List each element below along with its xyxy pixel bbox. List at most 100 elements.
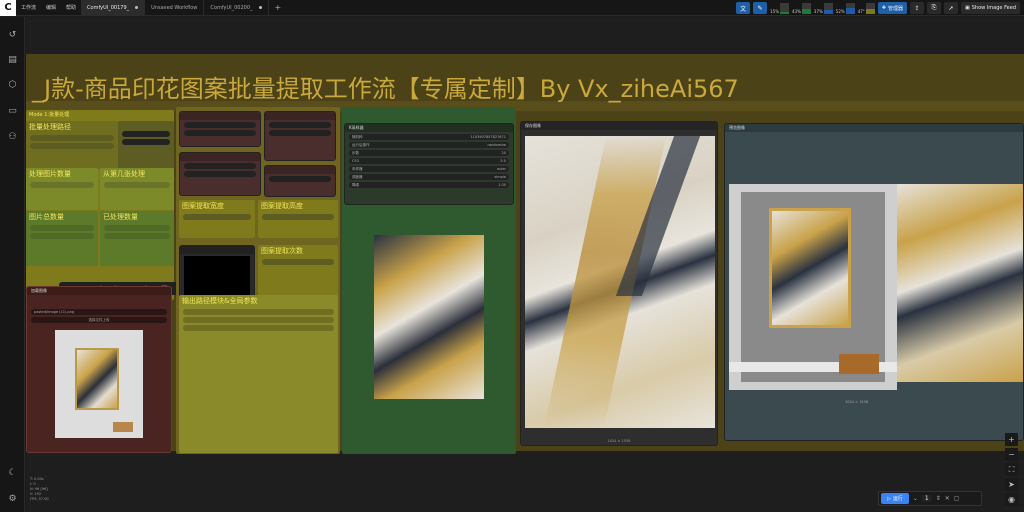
width-widget[interactable] xyxy=(183,214,251,220)
scheduler-widget[interactable]: 调度器 simple xyxy=(349,174,509,180)
settings-icon[interactable]: ⚙ xyxy=(7,493,18,504)
comfy-logo[interactable]: C xyxy=(0,0,16,16)
select-mode-icon[interactable]: ➤ xyxy=(1005,478,1018,491)
section-done[interactable]: 已处理数量 xyxy=(100,211,174,266)
model-node[interactable] xyxy=(264,111,336,161)
model-widget[interactable] xyxy=(269,122,331,128)
arrow-icon[interactable]: ➚ xyxy=(944,2,958,14)
note-text-area[interactable] xyxy=(184,256,250,300)
menu-workflow[interactable]: 工作流 xyxy=(16,4,41,11)
value-widget[interactable] xyxy=(122,139,170,145)
model-library-icon[interactable]: ⚇ xyxy=(7,131,18,142)
preview-image-node[interactable]: 预览图像 1024 × 1536 xyxy=(724,123,1024,441)
image-feed-button[interactable]: ▣ Show Image Feed xyxy=(961,2,1020,14)
stop-icon[interactable]: ▢ xyxy=(954,495,960,502)
switch-node-2[interactable] xyxy=(179,152,261,196)
unsaved-dot-icon[interactable] xyxy=(135,6,139,9)
room-mockup-image[interactable] xyxy=(729,184,897,390)
tab-workflow-3[interactable]: ComfyUI_00200_ xyxy=(204,0,269,16)
close-icon[interactable] xyxy=(258,6,262,9)
menu-edit[interactable]: 编辑 xyxy=(41,4,61,11)
menu-help[interactable]: 帮助 xyxy=(61,4,81,11)
output-widget[interactable] xyxy=(183,325,334,331)
zoom-in-icon[interactable]: + xyxy=(1005,433,1018,446)
switch-widget[interactable] xyxy=(184,130,256,136)
model-widget[interactable] xyxy=(269,130,331,136)
done-widget[interactable] xyxy=(104,233,170,239)
path-widget[interactable] xyxy=(30,135,114,141)
brush-icon[interactable]: ✎ xyxy=(753,2,768,14)
path-widget[interactable] xyxy=(30,143,114,149)
manager-button[interactable]: ✚ 管理器 xyxy=(877,2,907,14)
cfg-widget[interactable]: CFG 5.0 xyxy=(349,158,509,164)
section-start[interactable]: 从第几张处理 xyxy=(100,168,174,210)
tab-label: ComfyUI_00200_ xyxy=(210,4,253,11)
stat-label: 52% xyxy=(835,9,845,14)
height-widget[interactable] xyxy=(262,214,334,220)
value-widget[interactable] xyxy=(122,131,170,137)
theme-icon[interactable]: ☾ xyxy=(7,467,18,478)
count-widget[interactable] xyxy=(30,182,94,188)
switch-node[interactable] xyxy=(179,111,261,147)
share-icon[interactable]: ⇪ xyxy=(910,2,924,14)
section-times[interactable]: 图案提取次数 xyxy=(258,245,338,297)
upload-button[interactable]: 选择文件上传 xyxy=(31,317,167,323)
graph-canvas[interactable]: _J款-商品印花图案批量提取工作流【专属定制】By Vx_ziheAi567 M… xyxy=(26,17,1024,512)
image-select[interactable]: pasted/image (11).png xyxy=(31,309,167,315)
switch-widget[interactable] xyxy=(184,122,256,128)
total-widget[interactable] xyxy=(30,225,94,231)
start-widget[interactable] xyxy=(104,182,170,188)
zoom-out-icon[interactable]: − xyxy=(1005,448,1018,461)
image-icon: ▣ xyxy=(965,5,970,11)
pattern-image[interactable] xyxy=(897,184,1023,382)
section-width[interactable]: 图案提取宽度 xyxy=(179,200,255,238)
output-image[interactable] xyxy=(525,136,715,428)
toggle-widget[interactable] xyxy=(269,176,331,182)
section-output[interactable]: 输出路径模块&全局参数 xyxy=(179,295,338,453)
workflow-title: _J款-商品印花图案批量提取工作流【专属定制】By Vx_ziheAi567 xyxy=(32,75,739,103)
save-image-node[interactable]: 保存图像 1024 × 1536 xyxy=(520,121,718,446)
stat-vram: 52% xyxy=(836,2,855,14)
total-widget[interactable] xyxy=(30,233,94,239)
history-icon[interactable]: ↺ xyxy=(7,29,18,40)
close-icon[interactable]: ✕ xyxy=(945,495,950,502)
clipboard-icon[interactable]: ⎘ xyxy=(927,2,941,14)
section-total[interactable]: 图片总数量 xyxy=(26,211,98,266)
section-height[interactable]: 图案提取高度 xyxy=(258,200,338,238)
node-library-icon[interactable]: ⬡ xyxy=(7,79,18,90)
load-image-node[interactable]: 加载图像 pasted/image (11).png 选择文件上传 xyxy=(26,286,172,453)
chevron-down-icon[interactable]: ⌄ xyxy=(913,495,918,502)
batch-count-input[interactable]: 1 xyxy=(921,495,932,502)
widget-value: 1.00 xyxy=(498,183,506,187)
seed-widget[interactable]: 随机种 1103907857827671 xyxy=(349,134,509,140)
ksampler-node[interactable]: K采样器 随机种 1103907857827671 运行后操作 randomiz… xyxy=(344,123,514,205)
tab-workflow-1[interactable]: ComfyUI_00179_ xyxy=(81,0,146,16)
toggle-node[interactable] xyxy=(264,165,336,197)
control-widget[interactable]: 运行后操作 randomize xyxy=(349,142,509,148)
section-count[interactable]: 处理图片数量 xyxy=(26,168,98,210)
denoise-widget[interactable]: 降噪 1.00 xyxy=(349,182,509,188)
switch-widget[interactable] xyxy=(184,163,256,169)
section-batch-path[interactable]: 批量处理路径 xyxy=(26,121,118,169)
sampler-widget[interactable]: 采样器 euler xyxy=(349,166,509,172)
fit-view-icon[interactable]: ⛶ xyxy=(1005,463,1018,476)
done-widget[interactable] xyxy=(104,225,170,231)
run-button[interactable]: ▷ 运行 xyxy=(881,493,909,504)
output-widget[interactable] xyxy=(183,317,334,323)
puzzle-icon: ✚ xyxy=(881,5,886,11)
steps-widget[interactable]: 步数 20 xyxy=(349,150,509,156)
queue-icon[interactable]: ▤ xyxy=(7,54,18,65)
stat-ram: 43% xyxy=(792,2,811,14)
switch-widget[interactable] xyxy=(184,171,256,177)
output-widget[interactable] xyxy=(183,309,334,315)
times-widget[interactable] xyxy=(262,259,334,265)
render-stats: T: 0.00s I: 0 N: 96 [96] V: 192 FPS: 57.… xyxy=(30,477,49,501)
workflows-icon[interactable]: ▭ xyxy=(7,105,18,116)
stepper-icon[interactable]: ⇕ xyxy=(936,495,941,502)
link-visibility-icon[interactable]: ◉ xyxy=(1005,493,1018,506)
tab-workflow-2[interactable]: Unsaved Workflow xyxy=(145,0,205,16)
new-tab-button[interactable]: + xyxy=(269,3,288,12)
stat-label: 15% xyxy=(770,9,780,14)
translate-icon[interactable]: 文 xyxy=(736,2,751,14)
section-batch-node[interactable] xyxy=(118,121,174,169)
